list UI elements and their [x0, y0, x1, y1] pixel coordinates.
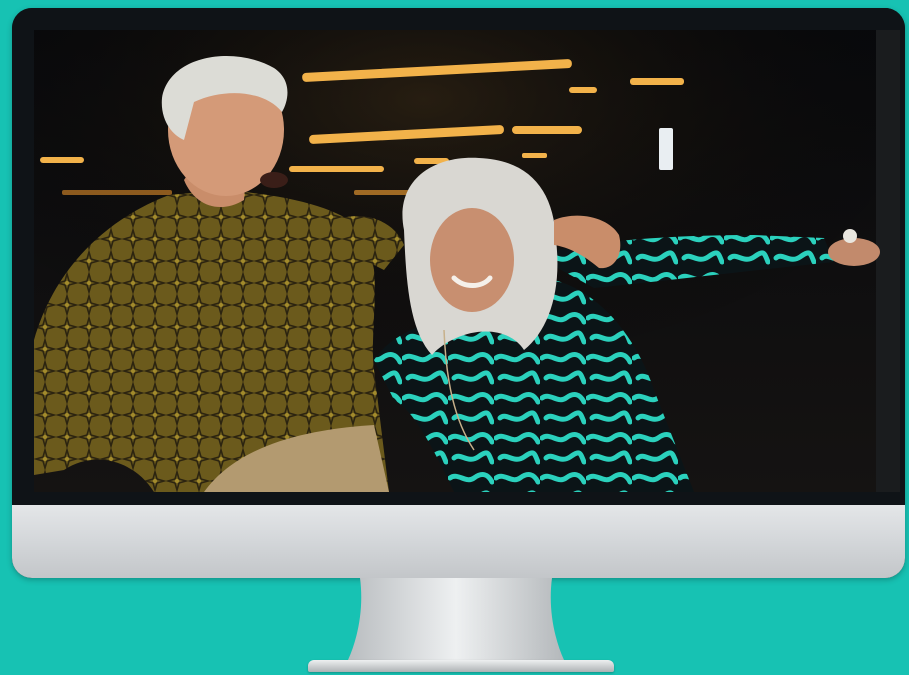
screen-photo [34, 30, 900, 492]
page-background [0, 0, 909, 675]
monitor-stand [348, 578, 564, 660]
monitor-stand-base [308, 660, 614, 672]
monitor-bezel [12, 8, 905, 505]
monitor [12, 8, 905, 578]
monitor-screen [34, 30, 900, 492]
light-panel [659, 128, 673, 170]
monitor-chin [12, 505, 905, 578]
